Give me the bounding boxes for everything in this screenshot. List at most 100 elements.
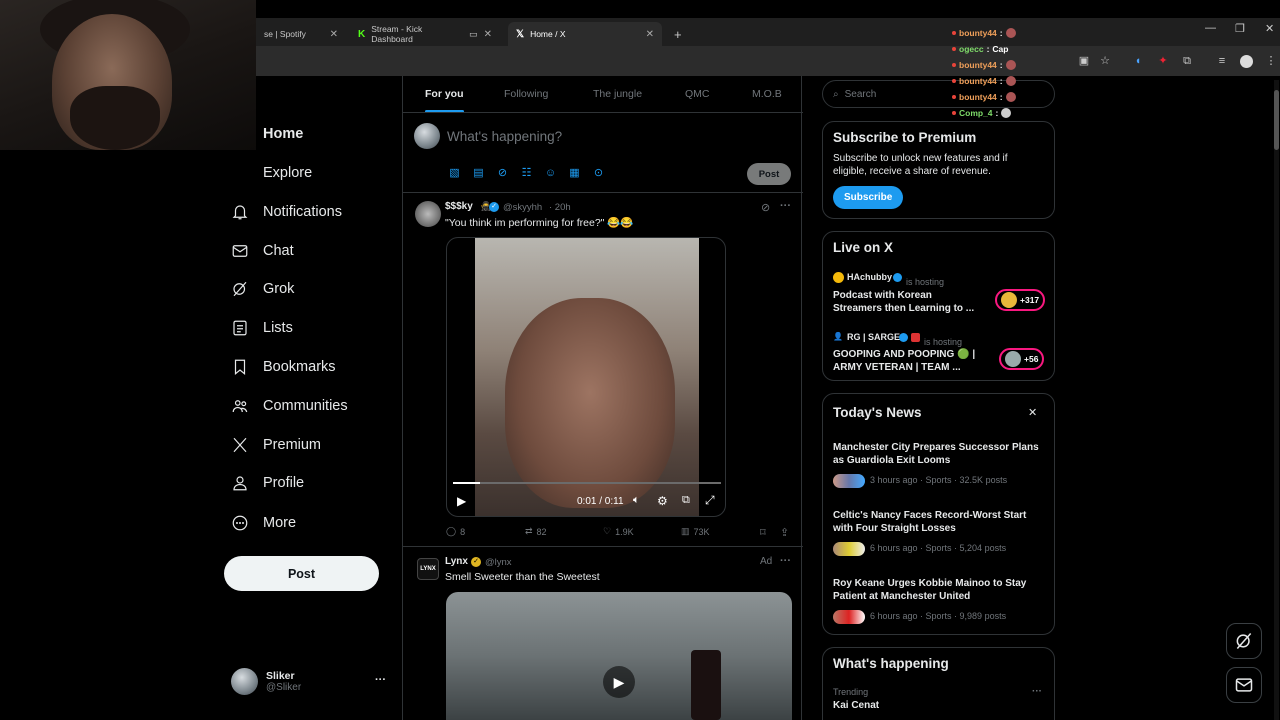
- location-icon[interactable]: ⊙: [592, 167, 605, 180]
- whats-happening-card: What's happening Trending ··· Kai Cenat: [822, 647, 1055, 720]
- avatar[interactable]: [415, 201, 441, 227]
- pip-icon[interactable]: ⧉: [682, 494, 690, 507]
- minimize-icon[interactable]: —: [1205, 22, 1216, 34]
- live-on-x-card: Live on X HAchubby is hosting Podcast wi…: [822, 231, 1055, 381]
- schedule-icon[interactable]: ▦: [568, 167, 581, 180]
- settings-icon[interactable]: ⚙︎: [657, 494, 668, 508]
- extension-icon[interactable]: ◖: [1132, 55, 1144, 67]
- grok-icon[interactable]: ⊘: [496, 167, 509, 180]
- sidebar-item-more[interactable]: More: [231, 514, 296, 532]
- grok-fab[interactable]: [1226, 623, 1262, 659]
- trend-menu-icon[interactable]: ···: [1032, 686, 1042, 697]
- media-icon[interactable]: ▧: [448, 167, 461, 180]
- grok-icon[interactable]: ⊘: [761, 201, 770, 214]
- tab-kick-dashboard[interactable]: K Stream - Kick Dashboard ▭ ✕: [350, 22, 500, 46]
- sidebar-item-explore[interactable]: Explore: [231, 164, 312, 182]
- video-player[interactable]: ▶ 0:01 / 0:11 🔈︎ ⚙︎ ⧉ ⤢: [446, 237, 726, 517]
- bookmark-star-icon[interactable]: ☆: [1099, 55, 1111, 67]
- tab-qmc[interactable]: QMC: [685, 88, 710, 100]
- live-listeners-pill[interactable]: +56: [999, 348, 1045, 370]
- views-button[interactable]: ▥ 73K: [681, 526, 710, 537]
- play-icon[interactable]: ▶: [603, 666, 635, 698]
- avatar: [833, 272, 844, 283]
- tab-spotify[interactable]: se | Spotify ✕: [256, 22, 346, 46]
- post-timestamp[interactable]: · 20h: [549, 202, 571, 213]
- post-author-handle[interactable]: @lynx: [485, 557, 512, 568]
- search-box[interactable]: ⌕ Search: [822, 80, 1055, 108]
- like-button[interactable]: ♡ 1.9K: [603, 526, 634, 537]
- messages-fab[interactable]: [1226, 667, 1262, 703]
- account-switcher[interactable]: Sliker @Sliker: [231, 668, 301, 695]
- video-subject: [505, 298, 675, 508]
- composer-input[interactable]: What's happening?: [447, 129, 562, 144]
- close-tab-icon[interactable]: ✕: [646, 29, 654, 40]
- sidebar-item-profile[interactable]: Profile: [231, 474, 304, 492]
- home-timeline: For you Following The jungle QMC M.O.B W…: [402, 76, 803, 720]
- post-author-name[interactable]: $$$ky: [445, 201, 473, 212]
- reply-button[interactable]: ◯ 8: [446, 526, 465, 537]
- verified-badge-icon: ✓: [489, 202, 499, 212]
- subscribe-button[interactable]: Subscribe: [833, 186, 904, 209]
- fullscreen-icon[interactable]: ⤢: [705, 493, 715, 508]
- emoji-icon[interactable]: ☺: [544, 167, 557, 180]
- sidebar-item-premium[interactable]: Premium: [231, 436, 321, 454]
- sidebar-item-chat[interactable]: Chat: [231, 242, 294, 260]
- browser-menu-icon[interactable]: ⋮: [1265, 55, 1277, 67]
- sidebar-item-communities[interactable]: Communities: [231, 397, 348, 415]
- ad-video[interactable]: ▶: [446, 592, 792, 720]
- window-close-icon[interactable]: ✕: [1265, 22, 1274, 35]
- address-bar[interactable]: [256, 46, 1280, 76]
- install-app-icon[interactable]: ▣: [1078, 55, 1090, 67]
- repost-icon: ⇄: [525, 526, 533, 536]
- chat-user: bounty44: [959, 76, 997, 86]
- trend-name[interactable]: Kai Cenat: [833, 699, 879, 708]
- close-tab-icon[interactable]: ✕: [330, 29, 338, 40]
- x-logo-icon: 𝕏: [516, 28, 525, 40]
- account-menu-icon[interactable]: ···: [375, 674, 386, 686]
- share-icon[interactable]: ⇪: [780, 526, 789, 539]
- play-icon[interactable]: ▶: [457, 494, 466, 508]
- premium-card: Subscribe to Premium Subscribe to unlock…: [822, 121, 1055, 219]
- reply-icon: ◯: [446, 526, 457, 536]
- tab-for-you[interactable]: For you: [425, 88, 464, 113]
- post-menu-icon[interactable]: ···: [780, 200, 791, 212]
- post-button[interactable]: Post: [224, 556, 379, 591]
- tab-following[interactable]: Following: [504, 88, 548, 100]
- close-icon[interactable]: ✕: [1028, 406, 1037, 419]
- live-title: Live on X: [833, 240, 894, 255]
- ad-label: Ad: [760, 556, 773, 567]
- chat-message: Comp_4:: [952, 108, 1012, 118]
- post-menu-icon[interactable]: ···: [780, 555, 791, 567]
- poll-icon[interactable]: ☷: [520, 167, 533, 180]
- tab-the-jungle[interactable]: The jungle: [593, 88, 642, 100]
- scrollbar-track[interactable]: [1274, 80, 1279, 720]
- post-author-name[interactable]: Lynx: [445, 556, 468, 567]
- browser-profile-avatar[interactable]: [1240, 55, 1253, 68]
- repost-button[interactable]: ⇄ 82: [525, 526, 547, 537]
- sidebar-item-notifications[interactable]: Notifications: [231, 203, 342, 221]
- bookmark-icon[interactable]: ⌑: [760, 526, 766, 539]
- extension-icon[interactable]: ✦: [1157, 55, 1169, 67]
- scrollbar-thumb[interactable]: [1274, 90, 1279, 150]
- live-stream-title: Podcast with Korean Streamers then Learn…: [833, 290, 975, 314]
- media-icon[interactable]: ≡: [1216, 55, 1228, 67]
- tab-home-x[interactable]: 𝕏 Home / X ✕: [508, 22, 662, 46]
- gif-icon[interactable]: ▤: [472, 167, 485, 180]
- sidebar-item-grok[interactable]: Grok: [231, 280, 294, 298]
- list-icon: [233, 320, 247, 336]
- tab-mob[interactable]: M.O.B: [752, 88, 782, 100]
- live-listeners-pill[interactable]: +317: [995, 289, 1046, 311]
- composer-post-button[interactable]: Post: [747, 163, 791, 185]
- post-author-handle[interactable]: @skyyhh: [503, 202, 542, 213]
- new-tab-button[interactable]: +: [666, 22, 688, 46]
- close-tab-icon[interactable]: ✕: [484, 29, 492, 40]
- sidebar-item-lists[interactable]: Lists: [231, 319, 293, 337]
- sidebar-item-bookmarks[interactable]: Bookmarks: [231, 358, 336, 376]
- search-input[interactable]: Search: [845, 89, 877, 100]
- volume-icon[interactable]: 🔈︎: [633, 494, 640, 507]
- video-progress-track[interactable]: [453, 482, 721, 484]
- extensions-icon[interactable]: ⧉: [1181, 55, 1193, 67]
- x-logo-icon: [233, 437, 247, 453]
- lynx-logo[interactable]: LYNX: [417, 558, 439, 580]
- maximize-icon[interactable]: ❐: [1235, 22, 1245, 35]
